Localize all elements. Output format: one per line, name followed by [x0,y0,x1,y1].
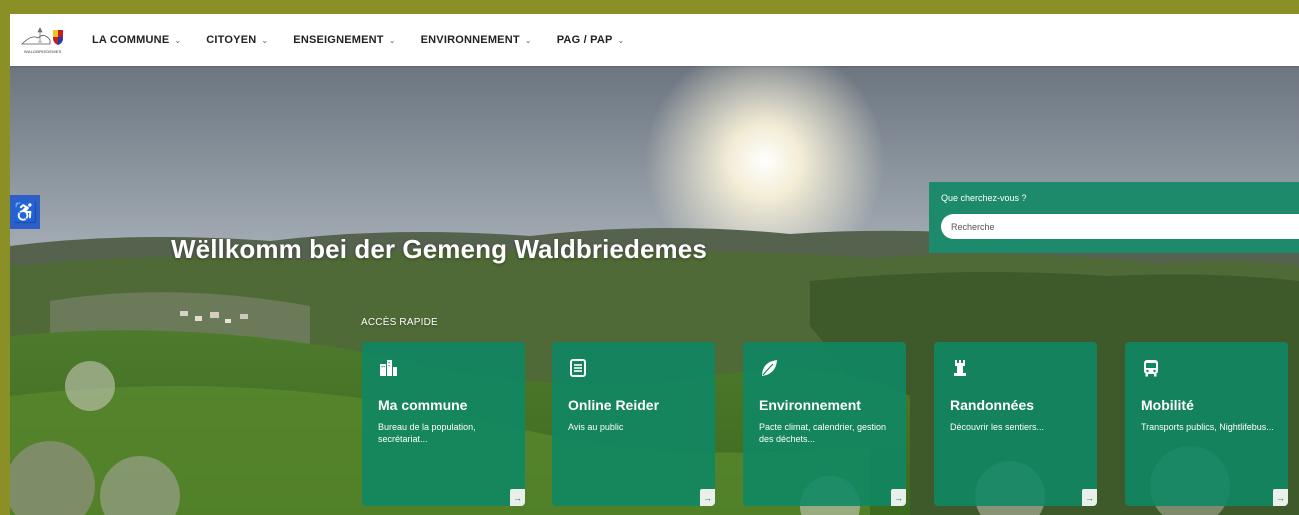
search-panel: Que cherchez-vous ? [929,182,1299,253]
card-description: Bureau de la population, secrétariat... [378,422,476,444]
arrow-right-icon[interactable]: → [510,489,525,506]
quick-card-randonnees[interactable]: Randonnées Découvrir les sentiers... → [934,342,1097,506]
chevron-down-icon: ⌄ [388,35,396,45]
card-title: Online Reider [568,397,660,413]
bus-icon [1144,360,1158,377]
card-description: Transports publics, Nightlifebus... [1141,422,1274,432]
quick-access-heading: ACCÈS RAPIDE [361,317,438,328]
document-icon [570,359,586,377]
logo-text: WALDBRIEDEMES [24,49,62,54]
menu-item-label: LA COMMUNE [92,34,170,46]
main-menu: LA COMMUNE ⌄ CITOYEN ⌄ ENSEIGNEMENT ⌄ EN… [92,34,649,46]
card-description: Avis au public [568,422,624,432]
tower-icon [954,360,966,376]
quick-card-environnement[interactable]: Environnement Pacte climat, calendrier, … [743,342,906,506]
menu-item-label: CITOYEN [206,34,257,46]
card-description: Pacte climat, calendrier, gestion des dé… [759,422,887,444]
quick-card-ma-commune[interactable]: Ma commune Bureau de la population, secr… [362,342,525,506]
menu-item-label: ENVIRONNEMENT [420,34,520,46]
menu-item-enseignement[interactable]: ENSEIGNEMENT ⌄ [293,34,395,46]
buildings-icon [380,360,397,376]
menu-item-la-commune[interactable]: LA COMMUNE ⌄ [92,34,181,46]
accessibility-icon: ♿ [12,201,38,224]
accessibility-button[interactable]: ♿ [10,195,40,229]
chevron-down-icon: ⌄ [174,35,182,45]
search-input[interactable] [941,214,1299,239]
welcome-heading: Wëllkomm bei der Gemeng Waldbriedemes [171,234,707,264]
arrow-right-icon[interactable]: → [1082,489,1097,506]
arrow-right-icon[interactable]: → [700,489,715,506]
commune-logo[interactable]: WALDBRIEDEMES [20,22,70,58]
logo-graphic [21,27,63,45]
page-frame: WALDBRIEDEMES LA COMMUNE ⌄ CITOYEN ⌄ ENS… [10,14,1299,515]
menu-item-label: ENSEIGNEMENT [293,34,384,46]
menu-item-pag-pap[interactable]: PAG / PAP ⌄ [557,34,625,46]
search-label: Que cherchez-vous ? [941,193,1027,203]
leaf-icon [762,360,777,376]
menu-item-environnement[interactable]: ENVIRONNEMENT ⌄ [421,34,532,46]
arrow-right-icon[interactable]: → [891,489,906,506]
quick-card-online-reider[interactable]: Online Reider Avis au public → [552,342,715,506]
card-description: Découvrir les sentiers... [950,422,1045,432]
arrow-right-icon[interactable]: → [1273,489,1288,506]
card-title: Randonnées [950,397,1035,413]
quick-access-cards: Ma commune Bureau de la population, secr… [362,342,1299,506]
menu-item-citoyen[interactable]: CITOYEN ⌄ [206,34,268,46]
card-title: Ma commune [378,397,468,413]
chevron-down-icon: ⌄ [617,35,625,45]
chevron-down-icon: ⌄ [261,35,269,45]
menu-item-label: PAG / PAP [556,34,613,46]
card-title: Environnement [759,397,861,413]
chevron-down-icon: ⌄ [524,35,532,45]
hero-section: ♿ Wëllkomm bei der Gemeng Waldbriedemes … [10,66,1299,515]
top-navbar: WALDBRIEDEMES LA COMMUNE ⌄ CITOYEN ⌄ ENS… [10,14,1299,66]
card-title: Mobilité [1141,397,1194,413]
quick-card-mobilite[interactable]: Mobilité Transports publics, Nightlifebu… [1125,342,1288,506]
